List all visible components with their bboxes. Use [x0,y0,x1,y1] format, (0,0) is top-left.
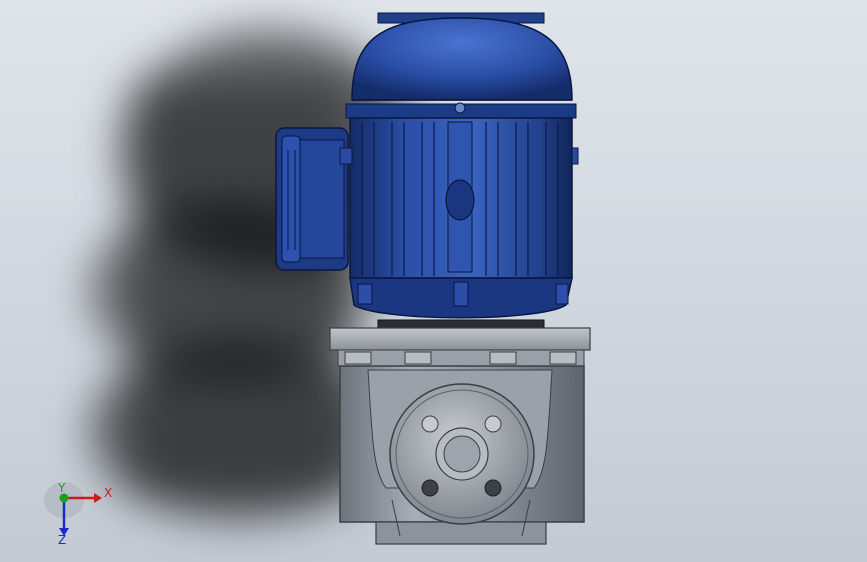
coordinate-triad: X Y Z [44,481,112,547]
output-shaft-flange[interactable] [389,383,535,525]
motor-gearbox-model[interactable] [0,0,867,562]
motor-terminal-box[interactable] [275,127,349,271]
z-axis-label: Z [58,533,66,547]
x-axis-label: X [104,486,112,500]
motor-flange[interactable] [349,277,573,331]
motor-body[interactable] [339,102,579,279]
y-axis-label: Y [57,481,66,495]
x-axis-arrow [94,493,102,503]
gearbox-flange[interactable] [329,327,591,367]
graphics-viewport[interactable]: X Y Z [0,0,867,562]
motor-fan-cover[interactable] [351,12,573,101]
